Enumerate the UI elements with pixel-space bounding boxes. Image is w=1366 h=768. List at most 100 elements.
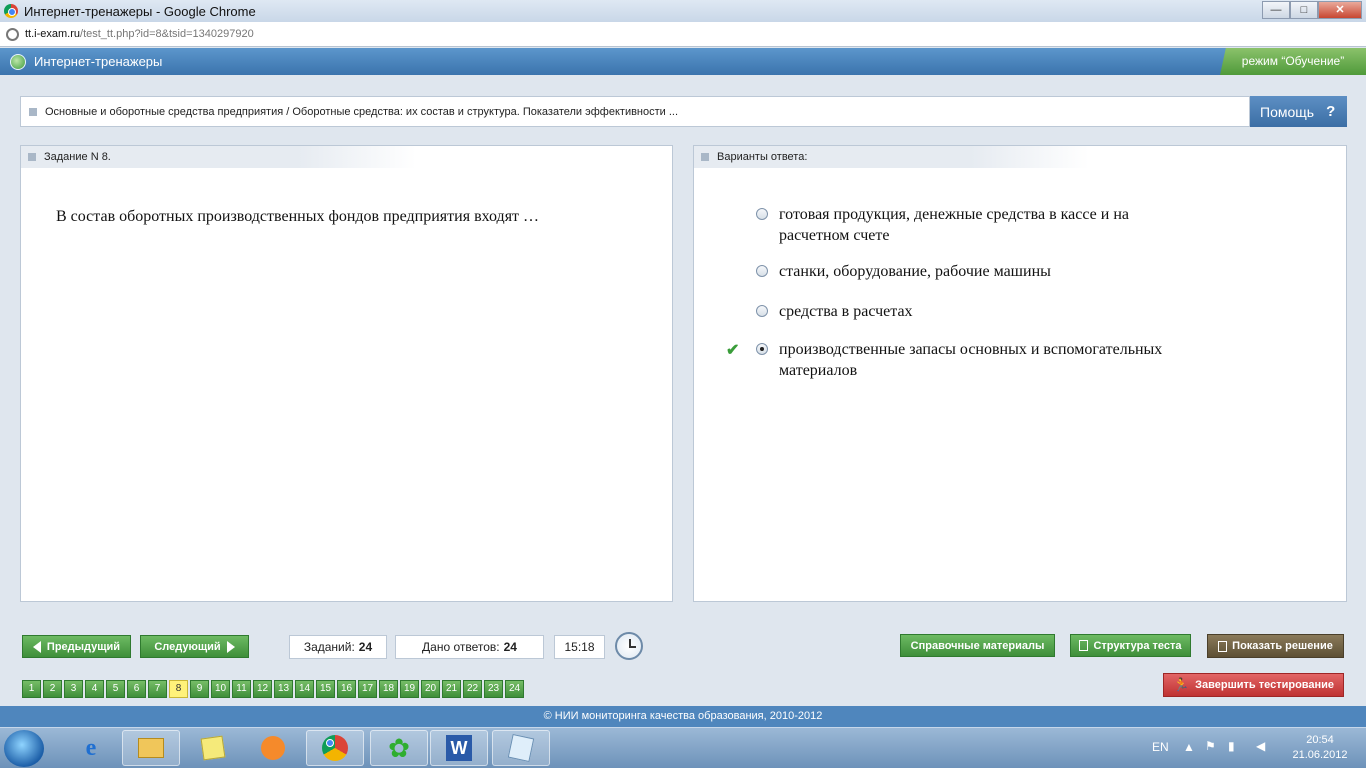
close-button[interactable]: ✕	[1318, 1, 1362, 19]
next-button[interactable]: Следующий	[140, 635, 249, 658]
answered-count: Дано ответов: 24	[395, 635, 544, 659]
radio-button[interactable]	[756, 208, 768, 220]
prev-label: Предыдущий	[46, 640, 121, 653]
page-button[interactable]: 13	[274, 680, 293, 698]
next-label: Следующий	[154, 640, 221, 653]
page-button[interactable]: 11	[232, 680, 251, 698]
page-button[interactable]: 21	[442, 680, 461, 698]
page-button[interactable]: 6	[127, 680, 146, 698]
maximize-button[interactable]: □	[1290, 1, 1318, 19]
page-button[interactable]: 12	[253, 680, 272, 698]
page-navigator: 1 2 3 4 5 6 7 8 9 10 11 12 13 14 15 16 17 18 19 20 21 22 23 24	[22, 680, 526, 698]
answer-option[interactable]: станки, оборудование, рабочие машины	[728, 261, 1248, 282]
footer: © НИИ мониторинга качества образования, …	[0, 706, 1366, 727]
breadcrumb: Основные и оборотные средства предприяти…	[20, 96, 1250, 127]
question-text: В состав оборотных производственных фонд…	[56, 208, 540, 225]
answer-line: средства в расчетах	[779, 303, 913, 320]
page-button[interactable]: 14	[295, 680, 314, 698]
answers-header: Варианты ответа:	[717, 151, 808, 163]
page-button[interactable]: 2	[43, 680, 62, 698]
show-solution-label: Показать решение	[1232, 640, 1333, 652]
answer-line: расчетном счете	[779, 227, 890, 244]
answered-value: 24	[503, 640, 517, 654]
app-header: Интернет-тренажеры режим “Обучение”	[0, 48, 1366, 75]
address-bar[interactable]: tt.i-exam.ru/test_tt.php?id=8&tsid=13402…	[0, 22, 1366, 47]
language-indicator[interactable]: EN	[1152, 740, 1169, 754]
answer-line: станки, оборудование, рабочие машины	[779, 263, 1051, 280]
clock-tray[interactable]: 20:54 21.06.2012	[1290, 733, 1350, 763]
test-structure-button[interactable]: Структура теста	[1070, 634, 1191, 657]
page-button[interactable]: 10	[211, 680, 230, 698]
square-bullet-icon	[28, 153, 36, 161]
book-icon	[1218, 640, 1228, 652]
page-button[interactable]: 15	[316, 680, 335, 698]
flag-icon[interactable]: ⚑	[1205, 739, 1216, 753]
page-button[interactable]: 1	[22, 680, 41, 698]
clock-icon	[615, 632, 643, 660]
answer-text: производственные запасы основных и вспом…	[779, 339, 1162, 381]
start-button[interactable]	[4, 730, 44, 767]
page-button[interactable]: 24	[505, 680, 524, 698]
tray-arrow-icon[interactable]: ▲	[1183, 740, 1195, 754]
window-titlebar: Интернет-тренажеры - Google Chrome — □ ✕	[0, 0, 1366, 22]
page-button[interactable]: 19	[400, 680, 419, 698]
reference-label: Справочные материалы	[910, 639, 1045, 652]
finish-test-button[interactable]: 🏃 Завершить тестирование	[1163, 673, 1344, 697]
sticky-notes-icon[interactable]	[184, 730, 242, 766]
prev-button[interactable]: Предыдущий	[22, 635, 131, 658]
ie-icon[interactable]: e	[62, 730, 120, 766]
mode-badge: режим “Обучение”	[1220, 48, 1366, 75]
page-icon	[6, 27, 19, 41]
page-button[interactable]: 9	[190, 680, 209, 698]
radio-button[interactable]	[756, 265, 768, 277]
url-host: tt.i-exam.ru	[25, 28, 81, 40]
page-button[interactable]: 8	[169, 680, 188, 698]
page-button[interactable]: 4	[85, 680, 104, 698]
tray-time: 20:54	[1306, 734, 1334, 746]
answers-panel-header: Варианты ответа:	[694, 146, 1089, 168]
volume-icon[interactable]: ◀	[1256, 739, 1265, 753]
page-button[interactable]: 22	[463, 680, 482, 698]
reference-materials-button[interactable]: Справочные материалы	[900, 634, 1055, 657]
notepad-icon[interactable]	[492, 730, 550, 766]
media-player-icon[interactable]	[244, 730, 302, 766]
answer-option[interactable]: готовая продукция, денежные средства в к…	[728, 204, 1248, 246]
task-panel: Задание N 8. В состав оборотных производ…	[20, 145, 673, 602]
page-button[interactable]: 16	[337, 680, 356, 698]
structure-label: Структура теста	[1093, 639, 1182, 652]
show-solution-button[interactable]: Показать решение	[1207, 634, 1344, 658]
task-number: Задание N 8.	[44, 151, 111, 163]
square-bullet-icon	[29, 107, 37, 116]
square-bullet-icon	[701, 153, 709, 161]
answer-text: средства в расчетах	[779, 301, 913, 322]
page-button[interactable]: 5	[106, 680, 125, 698]
page-button[interactable]: 17	[358, 680, 377, 698]
word-icon[interactable]: W	[430, 730, 488, 766]
url-path: /test_tt.php?id=8&tsid=1340297920	[80, 28, 254, 40]
page-button[interactable]: 3	[64, 680, 83, 698]
tasks-label: Заданий:	[303, 640, 355, 654]
arrow-left-icon	[32, 640, 41, 653]
chrome-taskbar-icon[interactable]	[306, 730, 364, 766]
icq-icon[interactable]: ✿	[370, 730, 428, 766]
page-button[interactable]: 23	[484, 680, 503, 698]
document-icon	[1079, 640, 1089, 651]
finish-label: Завершить тестирование	[1195, 679, 1335, 691]
help-button[interactable]: Помощь ?	[1250, 96, 1347, 127]
help-label: Помощь	[1260, 103, 1315, 120]
question-mark-icon: ?	[1326, 103, 1336, 120]
answer-option[interactable]: средства в расчетах	[728, 301, 1248, 322]
explorer-icon[interactable]	[122, 730, 180, 766]
page-button[interactable]: 20	[421, 680, 440, 698]
page-button[interactable]: 18	[379, 680, 398, 698]
radio-button-selected[interactable]	[756, 343, 768, 355]
answer-option-selected[interactable]: ✔ производственные запасы основных и всп…	[726, 339, 1248, 381]
page-button[interactable]: 7	[148, 680, 167, 698]
network-icon[interactable]: ▮	[1228, 739, 1235, 753]
app-logo-icon	[10, 53, 26, 70]
answer-text: станки, оборудование, рабочие машины	[779, 261, 1051, 282]
window-controls: — □ ✕	[1262, 1, 1362, 19]
radio-button[interactable]	[756, 305, 768, 317]
minimize-button[interactable]: —	[1262, 1, 1290, 19]
task-panel-header: Задание N 8.	[21, 146, 416, 168]
